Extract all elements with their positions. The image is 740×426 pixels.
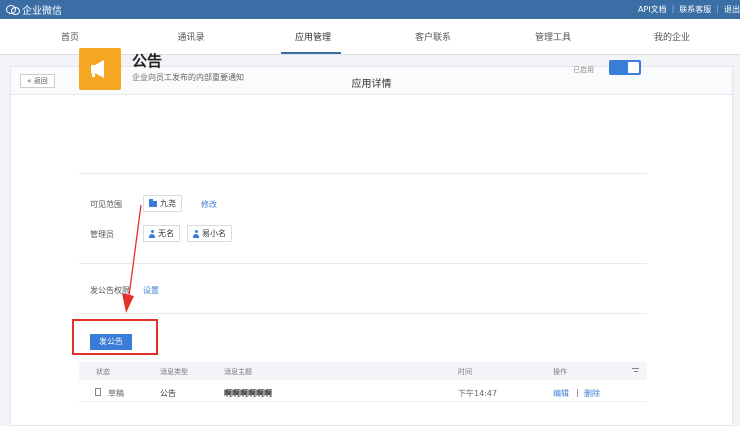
table-header: 状态 消息类型 消息主题 时间 操作 xyxy=(79,362,647,380)
brand[interactable]: 企业微信 xyxy=(6,2,62,17)
filter-icon[interactable] xyxy=(632,368,639,373)
wecom-logo-icon xyxy=(6,4,20,15)
enable-toggle[interactable] xyxy=(609,60,641,75)
permission-setting-link[interactable]: 设置 xyxy=(143,285,159,296)
app-icon xyxy=(79,48,121,90)
admin-name: 无名 xyxy=(158,229,174,238)
app-description: 企业向员工发布的内部重要通知 xyxy=(132,73,244,82)
column-subject: 消息主题 xyxy=(224,368,252,376)
row-time: 下午14:47 xyxy=(458,389,498,398)
table-row: 草稿 公告 啊啊啊啊啊啊 下午14:47 编辑 | 删除 xyxy=(79,382,647,402)
publish-announcement-button[interactable]: 发公告 xyxy=(90,334,132,350)
status-label: 已启用 xyxy=(573,66,594,74)
admin-chip[interactable]: 无名 xyxy=(143,225,180,242)
nav-app-management[interactable]: 应用管理 xyxy=(293,30,333,43)
admin-chip[interactable]: 易小名 xyxy=(187,225,232,242)
nav-my-company[interactable]: 我的企业 xyxy=(652,30,692,43)
separator: | xyxy=(576,388,579,397)
brand-name: 企业微信 xyxy=(22,6,62,17)
permission-label: 发公告权限 xyxy=(90,286,130,295)
column-type: 消息类型 xyxy=(160,368,188,376)
active-tab-indicator xyxy=(281,52,341,54)
user-icon xyxy=(149,229,155,238)
edit-visibility-link[interactable]: 修改 xyxy=(201,199,217,210)
nav-management-tools[interactable]: 管理工具 xyxy=(533,30,573,43)
folder-icon xyxy=(149,198,157,207)
column-actions: 操作 xyxy=(553,368,567,376)
divider xyxy=(79,313,647,314)
toggle-knob xyxy=(628,62,639,73)
admins-label: 管理员 xyxy=(90,230,114,239)
row-subject[interactable]: 啊啊啊啊啊啊 xyxy=(224,388,272,399)
divider xyxy=(79,263,647,264)
row-type: 公告 xyxy=(160,389,176,398)
row-status: 草稿 xyxy=(108,389,124,398)
admin-name: 易小名 xyxy=(202,229,226,238)
draft-icon xyxy=(95,388,101,396)
column-status: 状态 xyxy=(96,368,110,376)
department-chip[interactable]: 九尧 xyxy=(143,195,182,212)
nav-customer-contact[interactable]: 客户联系 xyxy=(413,30,453,43)
delete-link[interactable]: 删除 xyxy=(584,388,600,399)
divider xyxy=(79,173,647,174)
contact-support-link[interactable]: 联系客服 xyxy=(679,4,711,15)
user-icon xyxy=(193,229,199,238)
separator: | xyxy=(671,4,675,13)
top-links: API文档 | 联系客服 | 退出 xyxy=(638,4,740,15)
api-docs-link[interactable]: API文档 xyxy=(638,4,667,15)
nav-home[interactable]: 首页 xyxy=(60,30,80,43)
department-name: 九尧 xyxy=(160,199,176,208)
visibility-label: 可见范围 xyxy=(90,200,122,209)
nav-contacts[interactable]: 通讯录 xyxy=(176,30,206,43)
megaphone-icon xyxy=(91,60,104,78)
logout-link[interactable]: 退出 xyxy=(724,4,740,15)
top-bar: 企业微信 API文档 | 联系客服 | 退出 xyxy=(0,0,740,19)
app-name: 公告 xyxy=(132,52,163,70)
edit-link[interactable]: 编辑 xyxy=(553,388,569,399)
column-time: 时间 xyxy=(458,368,472,376)
separator: | xyxy=(716,4,719,13)
